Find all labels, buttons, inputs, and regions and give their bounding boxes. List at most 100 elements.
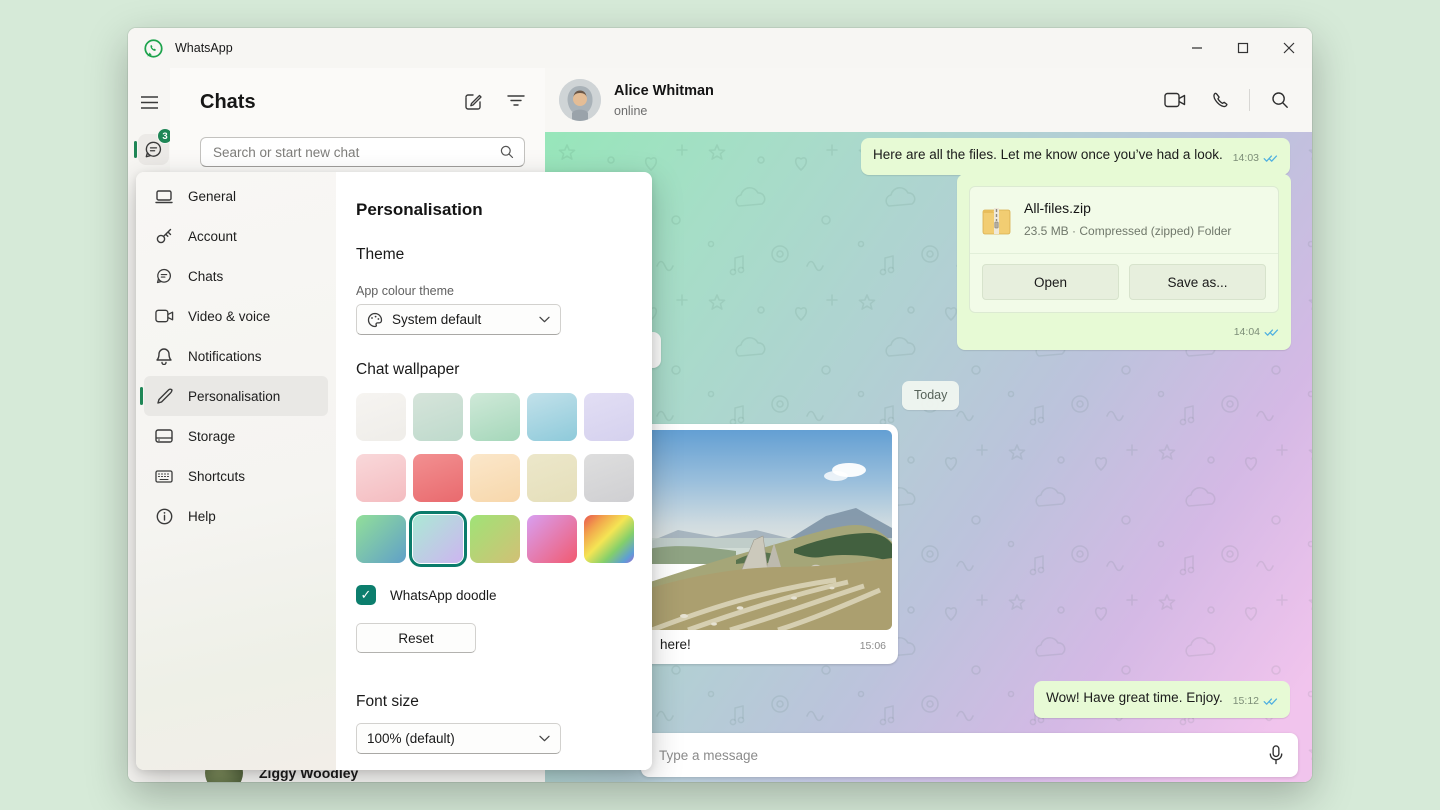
chat-header: Alice Whitman online — [545, 68, 1312, 132]
wallpaper-swatch-purple-pink[interactable] — [527, 515, 577, 563]
rail-active-indicator — [134, 141, 137, 158]
read-ticks-icon — [1264, 328, 1279, 337]
font-size-heading: Font size — [356, 693, 634, 711]
message-image-incoming[interactable]: here! 15:06 — [638, 424, 898, 664]
titlebar: WhatsApp — [128, 28, 1312, 68]
new-chat-button[interactable] — [463, 92, 483, 112]
save-file-button[interactable]: Save as... — [1129, 264, 1266, 300]
settings-item-storage[interactable]: Storage — [144, 416, 328, 456]
wallpaper-swatch-blush-pink[interactable] — [356, 454, 406, 502]
whatsapp-doodle-checkbox[interactable]: ✓ — [356, 585, 376, 605]
search-input[interactable] — [201, 145, 500, 160]
close-icon — [1283, 42, 1295, 54]
photo-attachment[interactable] — [644, 430, 892, 630]
settings-item-shortcuts[interactable]: Shortcuts — [144, 456, 328, 496]
font-size-value: 100% (default) — [367, 731, 455, 746]
mountain-photo — [644, 430, 892, 630]
message-time: 15:12 — [1233, 692, 1259, 711]
message-text: Here are all the files. Let me know once… — [873, 147, 1223, 162]
settings-item-help[interactable]: Help — [144, 496, 328, 536]
file-card: All-files.zip 23.5 MB · Compressed (zipp… — [969, 186, 1279, 313]
message-input[interactable] — [641, 748, 1268, 763]
wallpaper-swatch-peach[interactable] — [470, 454, 520, 502]
chats-panel-title: Chats — [200, 91, 256, 114]
chevron-down-icon — [539, 735, 550, 742]
display-icon — [154, 189, 174, 204]
maximize-icon — [1237, 42, 1249, 54]
message-time: 14:04 — [1234, 323, 1260, 342]
settings-item-personalisation[interactable]: Personalisation — [144, 376, 328, 416]
voice-call-button[interactable] — [1201, 82, 1237, 118]
wallpaper-swatch-grey[interactable] — [584, 454, 634, 502]
theme-heading: Theme — [356, 246, 634, 264]
conversation-area: Alice Whitman online — [545, 68, 1312, 782]
settings-nav-panel: General Account Chats — [136, 172, 336, 770]
theme-dropdown[interactable]: System default — [356, 304, 561, 335]
file-name: All-files.zip — [1024, 199, 1231, 218]
filter-chats-button[interactable] — [507, 92, 525, 112]
message-composer — [641, 733, 1298, 777]
wallpaper-swatch-green-blue[interactable] — [356, 515, 406, 563]
search-in-chat-button[interactable] — [1262, 82, 1298, 118]
settings-item-general[interactable]: General — [144, 176, 328, 216]
wallpaper-swatch-mint-lavender-selected[interactable] — [413, 515, 463, 563]
settings-item-chats[interactable]: Chats — [144, 256, 328, 296]
close-button[interactable] — [1266, 28, 1312, 68]
message-outgoing[interactable]: Here are all the files. Let me know once… — [861, 138, 1290, 175]
search-icon — [500, 145, 514, 159]
storage-icon — [154, 429, 174, 443]
wallpaper-swatch-grid — [356, 393, 634, 563]
message-file-outgoing[interactable]: All-files.zip 23.5 MB · Compressed (zipp… — [957, 174, 1291, 350]
file-meta: 23.5 MB · Compressed (zipped) Folder — [1024, 222, 1231, 241]
open-file-button[interactable]: Open — [982, 264, 1119, 300]
settings-item-account[interactable]: Account — [144, 216, 328, 256]
wallpaper-swatch-sky-blue[interactable] — [527, 393, 577, 441]
wallpaper-swatch-cream[interactable] — [527, 454, 577, 502]
pen-icon — [154, 388, 174, 405]
theme-value: System default — [392, 312, 481, 327]
read-ticks-icon — [1263, 154, 1278, 163]
settings-item-notifications[interactable]: Notifications — [144, 336, 328, 376]
contact-status: online — [614, 104, 647, 118]
minimize-button[interactable] — [1174, 28, 1220, 68]
chat-wallpaper: Here are all the files. Let me know once… — [545, 132, 1312, 782]
chevron-down-icon — [539, 316, 550, 323]
microphone-icon — [1268, 745, 1284, 765]
message-outgoing[interactable]: Wow! Have great time. Enjoy. 15:12 — [1034, 681, 1290, 718]
search-icon — [1271, 91, 1289, 109]
app-colour-theme-label: App colour theme — [356, 284, 634, 298]
read-ticks-icon — [1263, 697, 1278, 706]
check-icon: ✓ — [361, 587, 372, 603]
settings-item-video-voice[interactable]: Video & voice — [144, 296, 328, 336]
message-time: 15:06 — [860, 637, 886, 656]
wallpaper-swatch-default-light[interactable] — [356, 393, 406, 441]
chat-bubble-icon — [154, 267, 174, 285]
wallpaper-swatch-sage[interactable] — [413, 393, 463, 441]
wallpaper-swatch-green-gold[interactable] — [470, 515, 520, 563]
menu-button[interactable] — [141, 96, 158, 109]
wallpaper-swatch-lavender[interactable] — [584, 393, 634, 441]
compose-icon — [463, 92, 483, 112]
wallpaper-swatch-rainbow[interactable] — [584, 515, 634, 563]
info-icon — [154, 508, 174, 525]
palette-icon — [367, 312, 383, 328]
wallpaper-swatch-mint[interactable] — [470, 393, 520, 441]
microphone-button[interactable] — [1268, 745, 1284, 765]
selected-indicator — [140, 387, 143, 405]
contact-name: Alice Whitman — [614, 83, 714, 99]
bell-icon — [154, 347, 174, 365]
maximize-button[interactable] — [1220, 28, 1266, 68]
video-camera-icon — [154, 309, 174, 323]
message-text: Wow! Have great time. Enjoy. — [1046, 690, 1223, 705]
font-size-dropdown[interactable]: 100% (default) — [356, 723, 561, 754]
key-icon — [154, 227, 174, 245]
phone-icon — [1210, 91, 1229, 110]
contact-avatar[interactable] — [559, 79, 601, 121]
reset-button[interactable]: Reset — [356, 623, 476, 653]
video-call-button[interactable] — [1157, 82, 1193, 118]
settings-overlay: General Account Chats — [136, 172, 652, 770]
personalisation-panel: Personalisation Theme App colour theme S… — [336, 172, 652, 770]
wallpaper-swatch-coral[interactable] — [413, 454, 463, 502]
minimize-icon — [1191, 42, 1203, 54]
filter-icon — [507, 92, 525, 108]
